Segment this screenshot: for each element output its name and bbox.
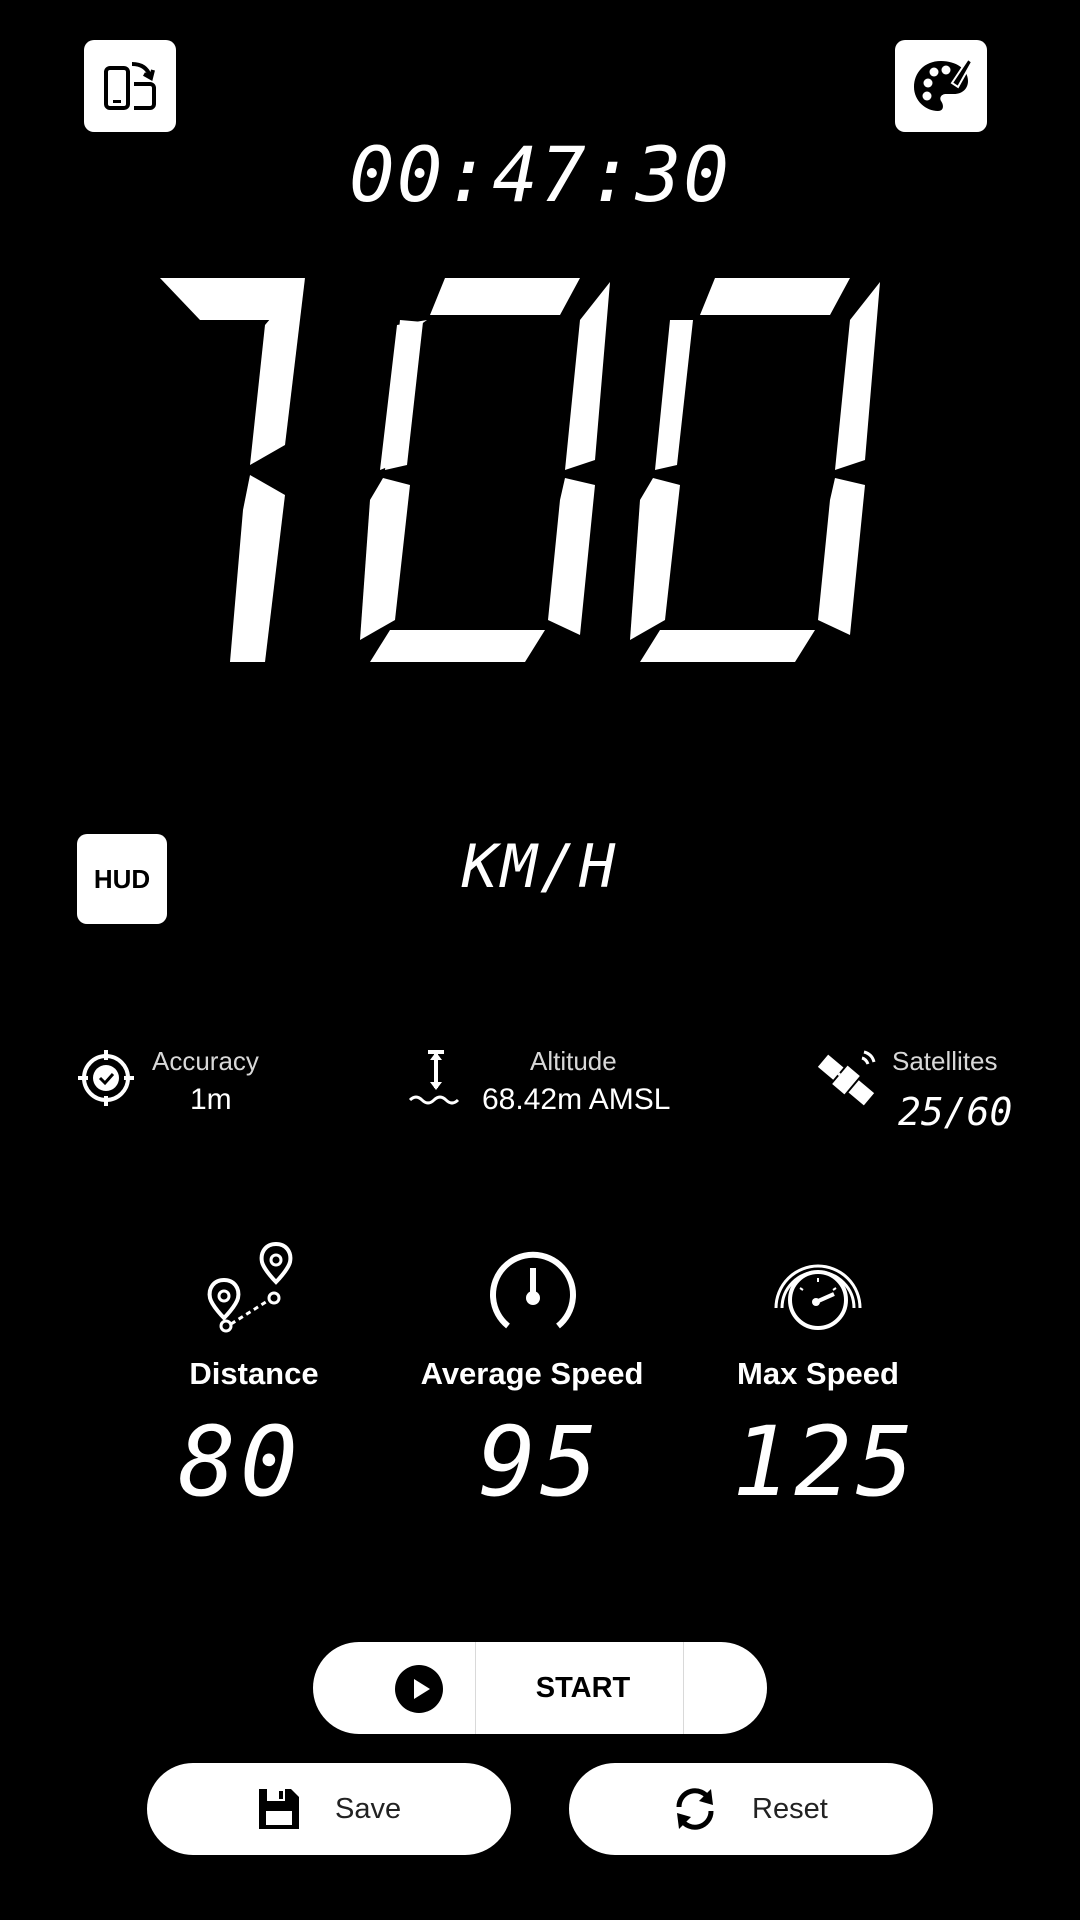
start-divider-left: [475, 1642, 476, 1734]
play-icon: [395, 1665, 443, 1713]
speed-digit-3: [630, 278, 880, 662]
rotate-screen-icon: [104, 62, 156, 110]
save-button[interactable]: Save: [147, 1763, 511, 1855]
speed-digit-2: [360, 278, 610, 662]
start-divider-right: [683, 1642, 684, 1734]
reset-label: Reset: [752, 1793, 828, 1825]
altitude-value: 68.42m AMSL: [482, 1083, 671, 1116]
floppy-disk-icon: [259, 1789, 299, 1829]
accuracy-value: 1m: [190, 1083, 232, 1116]
accuracy-label: Accuracy: [152, 1046, 259, 1076]
start-label: START: [535, 1672, 631, 1704]
speed-unit: KM/H: [461, 832, 619, 902]
reset-button[interactable]: Reset: [569, 1763, 933, 1855]
max-speed-label: Max Speed: [737, 1356, 899, 1391]
altitude-icon: [408, 1050, 460, 1105]
distance-label: Distance: [189, 1356, 319, 1391]
speed-readout: 100: [160, 278, 880, 662]
speedometer-icon: [490, 1251, 576, 1329]
theme-button[interactable]: [895, 40, 987, 132]
target-check-icon: [78, 1050, 134, 1106]
speed-digit-1: [160, 278, 305, 662]
distance-value: 80: [178, 1406, 302, 1518]
elapsed-timer: 00:47:30: [348, 130, 732, 219]
gauge-icon: [774, 1264, 862, 1330]
route-pins-icon: [207, 1241, 293, 1333]
start-button[interactable]: START: [313, 1642, 767, 1734]
average-speed-label: Average Speed: [420, 1356, 644, 1391]
altitude-label: Altitude: [530, 1046, 617, 1076]
average-speed-value: 95: [478, 1406, 602, 1518]
rotate-screen-button[interactable]: [84, 40, 176, 132]
max-speed-value: 125: [732, 1406, 918, 1518]
satellites-value: 25/60: [898, 1090, 1013, 1134]
satellites-label: Satellites: [892, 1046, 998, 1076]
save-label: Save: [335, 1793, 402, 1825]
satellite-icon: [817, 1050, 876, 1106]
refresh-icon: [676, 1788, 714, 1830]
palette-icon: [914, 57, 974, 111]
